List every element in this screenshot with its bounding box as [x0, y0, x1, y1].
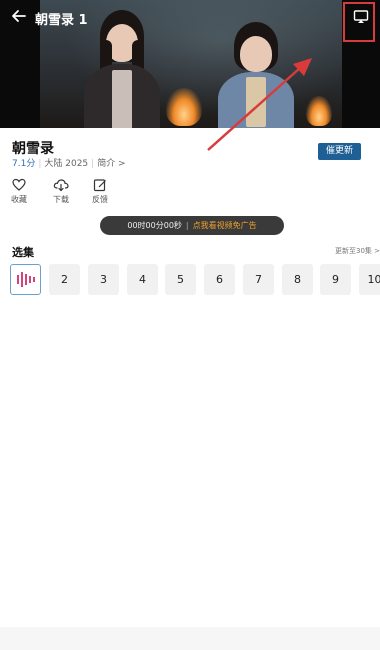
ad-timer: 00时00分00秒: [127, 221, 182, 230]
fire-glow: [166, 88, 202, 126]
episode-9[interactable]: 9: [320, 264, 351, 295]
episode-2[interactable]: 2: [49, 264, 80, 295]
drama-title: 朝雪录: [12, 141, 54, 157]
episode-10[interactable]: 10: [359, 264, 380, 295]
intro-link[interactable]: 简介 >: [97, 159, 125, 169]
episodes-more-link[interactable]: 更新至30集 >: [335, 246, 380, 256]
ad-timer-bar[interactable]: 00时00分00秒 | 点我看视频免广告: [100, 216, 284, 235]
bottom-strip: [0, 627, 380, 650]
action-row: 收藏 下载 反馈: [0, 178, 200, 208]
episode-5[interactable]: 5: [165, 264, 196, 295]
feedback-button[interactable]: 反馈: [85, 178, 115, 205]
actress-right: [216, 22, 296, 128]
ad-free-link[interactable]: 点我看视频免广告: [193, 221, 257, 230]
video-player[interactable]: 朝雪录 1: [0, 0, 380, 128]
download-cloud-icon: [53, 179, 69, 192]
episode-4[interactable]: 4: [127, 264, 158, 295]
drama-meta: 7.1分 | 大陆 2025 | 简介 >: [12, 159, 126, 169]
favorite-button[interactable]: 收藏: [4, 178, 34, 205]
episodes-title: 选集: [12, 246, 34, 259]
score: 7.1分: [12, 159, 36, 169]
heart-icon: [12, 178, 26, 191]
download-label: 下载: [53, 195, 69, 204]
episode-6[interactable]: 6: [204, 264, 235, 295]
highlight-box: [343, 2, 375, 42]
player-top-bar: 朝雪录 1: [0, 0, 380, 34]
urge-update-button[interactable]: 催更新: [318, 143, 361, 160]
playing-bars-icon: [17, 272, 35, 287]
episode-8[interactable]: 8: [282, 264, 313, 295]
back-arrow-icon[interactable]: [10, 7, 28, 25]
video-title: 朝雪录 1: [35, 13, 88, 28]
download-button[interactable]: 下载: [46, 178, 76, 205]
feedback-label: 反馈: [92, 195, 108, 204]
episode-7[interactable]: 7: [243, 264, 274, 295]
edit-icon: [93, 179, 106, 192]
episode-1-playing[interactable]: [10, 264, 41, 295]
favorite-label: 收藏: [11, 195, 27, 204]
region-year: 大陆 2025: [44, 159, 89, 169]
episode-list: 2 3 4 5 6 7 8 9 10: [10, 264, 380, 296]
episode-3[interactable]: 3: [88, 264, 119, 295]
